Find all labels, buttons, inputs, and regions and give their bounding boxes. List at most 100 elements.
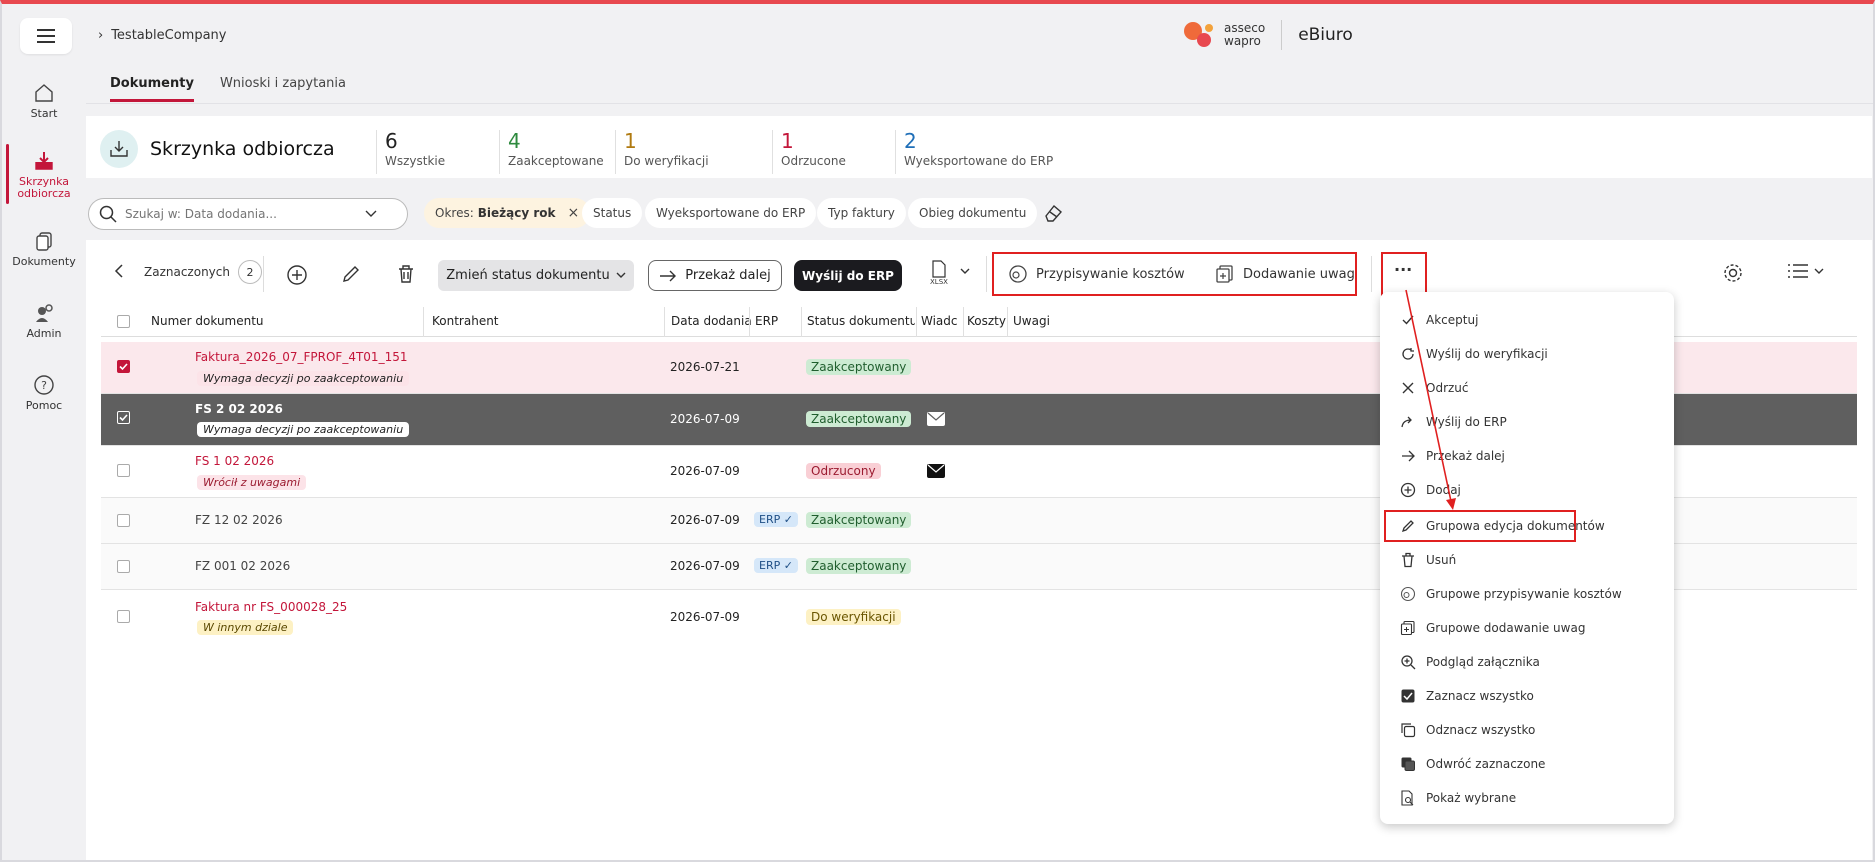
menu-item-bulk-edit-documents[interactable]: Grupowa edycja dokumentów xyxy=(1400,514,1605,538)
menu-item-send-to-erp[interactable]: Wyślij do ERP xyxy=(1400,410,1507,434)
menu-item-delete[interactable]: Usuń xyxy=(1400,548,1456,572)
menu-item-bulk-assign-costs[interactable]: Grupowe przypisywanie kosztów xyxy=(1400,582,1622,606)
status-badge: Zaakceptowany xyxy=(806,512,912,528)
close-icon xyxy=(1400,380,1416,396)
menu-item-add[interactable]: Dodaj xyxy=(1400,478,1461,502)
send-to-erp-button[interactable]: Wyślij do ERP xyxy=(794,260,902,291)
tab-documents[interactable]: Dokumenty xyxy=(110,76,194,102)
back-chevron-icon[interactable] xyxy=(114,264,124,278)
select-all-checkbox[interactable] xyxy=(117,315,130,328)
row-checkbox[interactable] xyxy=(117,360,130,373)
hamburger-icon xyxy=(37,29,55,43)
document-number[interactable]: FS 2 02 2026 xyxy=(195,402,283,416)
xlsx-file-icon xyxy=(932,260,946,278)
hamburger-menu-button[interactable] xyxy=(20,18,72,54)
col-costs[interactable]: Koszty xyxy=(967,314,1007,328)
document-number[interactable]: Faktura_2026_07_FPROF_4T01_151 xyxy=(195,350,407,364)
stat-exported[interactable]: 2 Wyeksportowane do ERP xyxy=(895,130,1053,174)
toolbar-separator xyxy=(263,256,264,292)
document-number[interactable]: FZ 001 02 2026 xyxy=(195,559,290,573)
col-date-added[interactable]: Data dodania xyxy=(671,314,752,328)
menu-item-reject[interactable]: Odrzuć xyxy=(1400,376,1469,400)
add-button[interactable] xyxy=(286,264,308,286)
menu-item-forward[interactable]: Przekaż dalej xyxy=(1400,444,1505,468)
menu-item-invert-selection[interactable]: Odwróć zaznaczone xyxy=(1400,752,1545,776)
nav-inbox[interactable]: Skrzynka odbiorcza xyxy=(2,144,86,204)
svg-text:?: ? xyxy=(41,379,47,392)
status-badge: Zaakceptowany xyxy=(806,558,912,574)
col-messages[interactable]: Wiadc xyxy=(921,314,961,328)
nav-documents[interactable]: Dokumenty xyxy=(2,230,86,268)
nav-help[interactable]: ? Pomoc xyxy=(2,374,86,412)
status-badge: Zaakceptowany xyxy=(806,411,912,427)
help-icon: ? xyxy=(34,375,54,395)
view-list-dropdown[interactable] xyxy=(1788,264,1824,278)
arrow-right-icon xyxy=(1400,448,1416,464)
app-window: › TestableCompany asseco wapro eBiuro St… xyxy=(0,0,1875,862)
forward-button[interactable]: Przekaż dalej xyxy=(648,260,782,291)
menu-item-attachment-preview[interactable]: Podgląd załącznika xyxy=(1400,650,1540,674)
export-chevron-down-icon[interactable] xyxy=(960,268,970,275)
search-box[interactable] xyxy=(88,198,408,230)
document-number[interactable]: Faktura nr FS_000028_25 xyxy=(195,600,347,614)
filter-period-chip[interactable]: Okres: Bieżący rok × xyxy=(424,198,591,228)
row-checkbox[interactable] xyxy=(117,411,130,424)
change-status-dropdown[interactable]: Zmień status dokumentu xyxy=(438,260,634,291)
filter-status[interactable]: Status xyxy=(582,198,643,228)
plus-circle-icon xyxy=(1400,482,1416,498)
delete-button[interactable] xyxy=(397,264,415,284)
menu-item-send-to-verification[interactable]: Wyślij do weryfikacji xyxy=(1400,342,1548,366)
document-number[interactable]: FZ 12 02 2026 xyxy=(195,513,283,527)
chevron-down-icon[interactable] xyxy=(365,210,377,218)
menu-item-show-selected[interactable]: Pokaż wybrane xyxy=(1400,786,1516,810)
filter-invoice-type[interactable]: Typ faktury xyxy=(817,198,906,228)
menu-item-accept[interactable]: Akceptuj xyxy=(1400,308,1478,332)
breadcrumb-company[interactable]: TestableCompany xyxy=(111,28,226,43)
documents-icon xyxy=(36,232,52,251)
col-document-number[interactable]: Numer dokumentu xyxy=(151,314,264,328)
col-status[interactable]: Status dokumentu xyxy=(807,314,915,328)
col-erp[interactable]: ERP xyxy=(755,314,778,328)
filter-document-flow[interactable]: Obieg dokumentu xyxy=(908,198,1038,228)
stat-rejected[interactable]: 1 Odrzucone xyxy=(772,130,846,174)
row-checkbox[interactable] xyxy=(117,464,130,477)
col-notes[interactable]: Uwagi xyxy=(1013,314,1050,328)
menu-item-deselect-all[interactable]: Odznacz wszystko xyxy=(1400,718,1535,742)
more-options-button[interactable]: ··· xyxy=(1394,260,1412,279)
trash-icon xyxy=(1400,552,1416,568)
clear-filters-eraser-icon[interactable] xyxy=(1042,202,1064,224)
note-plus-icon xyxy=(1216,265,1233,283)
edit-button[interactable] xyxy=(341,264,361,284)
stat-to-verify[interactable]: 1 Do weryfikacji xyxy=(615,130,709,174)
chevron-right-icon: › xyxy=(98,28,104,43)
col-contractor[interactable]: Kontrahent xyxy=(432,314,499,328)
nav-start[interactable]: Start xyxy=(2,82,86,120)
chevron-down-icon xyxy=(1814,268,1824,274)
nav-admin[interactable]: Admin xyxy=(2,302,86,340)
filter-exported[interactable]: Wyeksportowane do ERP xyxy=(645,198,817,228)
date-added: 2026-07-09 xyxy=(670,464,740,478)
add-notes-button[interactable]: Dodawanie uwag xyxy=(1215,264,1355,284)
date-added: 2026-07-09 xyxy=(670,559,740,573)
menu-item-bulk-add-notes[interactable]: Grupowe dodawanie uwag xyxy=(1400,616,1585,640)
settings-gear-icon[interactable] xyxy=(1722,262,1744,284)
stat-all[interactable]: 6 Wszystkie xyxy=(376,130,445,174)
pencil-icon xyxy=(343,266,359,282)
assign-costs-button[interactable]: Przypisywanie kosztów xyxy=(1008,264,1185,284)
stat-accepted[interactable]: 4 Zaakceptowane xyxy=(499,130,604,174)
date-added: 2026-07-09 xyxy=(670,513,740,527)
menu-item-select-all[interactable]: Zaznacz wszystko xyxy=(1400,684,1534,708)
row-checkbox[interactable] xyxy=(117,514,130,527)
tab-requests[interactable]: Wnioski i zapytania xyxy=(220,76,346,102)
inbox-icon xyxy=(100,130,138,168)
status-badge: Do weryfikacji xyxy=(806,609,901,625)
row-checkbox[interactable] xyxy=(117,560,130,573)
close-icon[interactable]: × xyxy=(568,205,580,221)
row-tag: W innym dziale xyxy=(197,620,294,635)
envelope-icon[interactable] xyxy=(927,412,945,426)
document-number[interactable]: FS 1 02 2026 xyxy=(195,454,274,468)
export-xlsx-button[interactable]: XLSX xyxy=(930,260,948,286)
row-checkbox[interactable] xyxy=(117,610,130,623)
envelope-icon[interactable] xyxy=(927,464,945,478)
search-input[interactable] xyxy=(125,207,365,221)
